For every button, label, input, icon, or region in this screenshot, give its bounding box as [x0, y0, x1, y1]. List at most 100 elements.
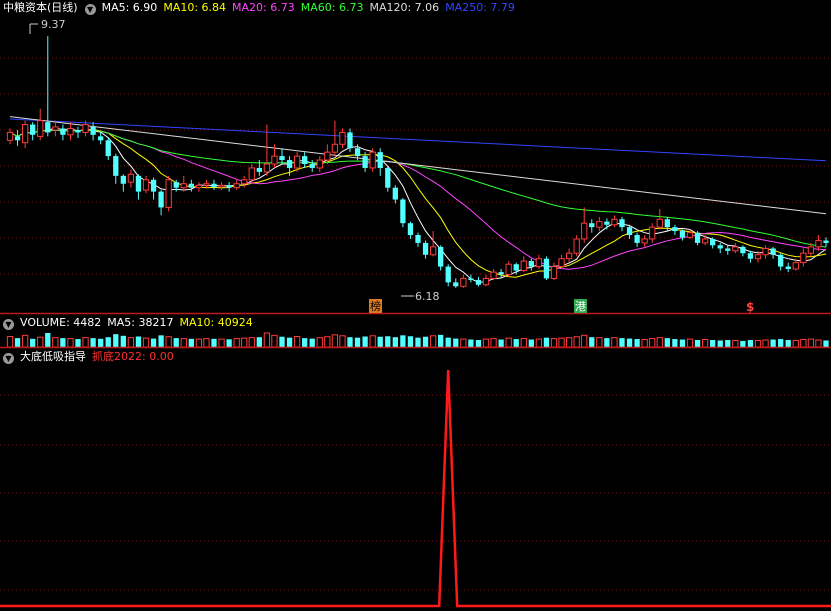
volume-bar — [302, 338, 308, 347]
ma10-line — [9, 128, 827, 278]
volume-bar — [415, 337, 421, 347]
candle-body — [113, 156, 119, 176]
candle-body — [482, 277, 490, 286]
volume-bar — [520, 338, 527, 348]
candle-body — [641, 238, 648, 244]
indicator-panel-header: ▼ 大底低吸指导 抓底2022: 0.00 — [0, 349, 180, 365]
candle-body — [218, 184, 225, 188]
volume-bar — [165, 336, 172, 348]
candle-body — [98, 136, 104, 141]
volume-bar — [573, 336, 580, 348]
volume-bar — [422, 336, 429, 347]
candle-body — [520, 260, 527, 272]
volume-bar — [150, 338, 157, 347]
candle-body — [195, 184, 203, 189]
volume-bar — [347, 337, 353, 347]
candle-body — [770, 248, 776, 255]
candle-body — [596, 221, 603, 228]
indicator-title: 大底低吸指导 — [20, 350, 86, 363]
candle-body — [241, 179, 248, 185]
candle-body — [679, 231, 686, 238]
volume-bar — [717, 340, 723, 347]
volume-bar — [407, 336, 414, 347]
volume-bar — [807, 338, 815, 348]
candle-body — [271, 155, 278, 165]
candle-body — [543, 258, 550, 279]
candle-body — [807, 246, 815, 254]
candle-body — [30, 124, 36, 135]
candle-body — [347, 132, 353, 149]
candle-body — [429, 246, 437, 256]
candle-body — [778, 254, 784, 267]
volume-bar — [60, 338, 66, 347]
volume-bar — [98, 338, 104, 347]
volume-bar — [565, 337, 573, 348]
candle-body — [14, 136, 21, 141]
volume-bar — [233, 338, 240, 348]
volume-bar — [241, 337, 248, 348]
candle-body — [309, 164, 315, 168]
candle-body — [286, 160, 293, 168]
volume-bar — [558, 337, 565, 348]
candle-body — [392, 187, 398, 200]
candle-body — [105, 140, 111, 157]
candle-body — [256, 167, 262, 172]
volume-bar — [740, 340, 746, 347]
volume-bar — [354, 337, 361, 347]
volume-bar — [619, 338, 625, 347]
candle-body — [37, 120, 44, 137]
candle-body — [173, 182, 179, 188]
panel-menu-icon[interactable]: ▼ — [84, 4, 96, 15]
candle-body — [293, 155, 301, 169]
volume-bar — [770, 339, 776, 347]
candle-body — [142, 179, 150, 191]
volume-bar — [815, 339, 822, 348]
stock-title: 中粮资本(日线) — [3, 1, 78, 14]
volume-bar — [286, 337, 293, 347]
candle-body — [362, 156, 368, 168]
volume-bar — [513, 339, 519, 347]
candle-body — [701, 238, 709, 244]
volume-menu-icon[interactable]: ▼ — [3, 319, 14, 330]
volume-bar — [316, 337, 323, 348]
high-marker-label: 9.37 — [41, 18, 66, 31]
volume-bar — [634, 339, 640, 347]
candle-body — [415, 235, 421, 243]
ma10-legend: MA10: 6.84 — [163, 1, 227, 14]
volume-bar — [589, 337, 595, 347]
volume-bar — [113, 334, 119, 347]
candle-body — [619, 219, 625, 228]
volume-bar — [309, 338, 315, 347]
candle-body — [67, 127, 74, 136]
stock-chart: 9.37 6.18 榜 港 $ — [0, 18, 831, 608]
ma120-line — [9, 116, 827, 215]
candle-body — [656, 218, 663, 228]
candle-body — [453, 282, 459, 287]
volume-bar — [52, 337, 59, 348]
volume-bar — [293, 336, 301, 348]
volume-bar — [82, 337, 89, 348]
volume-bar — [785, 340, 791, 347]
volume-bar — [6, 336, 14, 348]
volume-value: VOLUME: 4482 — [20, 316, 102, 329]
volume-bar — [438, 334, 444, 347]
candle-body — [21, 124, 29, 144]
volume-ma10: MA10: 40924 — [179, 316, 253, 329]
volume-bar — [135, 336, 142, 347]
volume-bar — [75, 339, 81, 347]
volume-bar — [732, 339, 739, 348]
candle-body — [581, 222, 588, 240]
volume-bar — [747, 340, 754, 347]
volume-bar — [180, 338, 187, 348]
volume-bar — [369, 335, 376, 348]
volume-bar — [279, 336, 285, 347]
volume-bar — [45, 333, 51, 347]
candle-body — [468, 278, 474, 281]
low-marker-label: 6.18 — [415, 290, 440, 303]
candle-body — [263, 163, 271, 173]
indicator-menu-icon[interactable]: ▼ — [3, 353, 14, 364]
candle-body — [90, 126, 96, 135]
volume-bar — [725, 340, 731, 347]
candle-body — [754, 254, 762, 260]
badge-gang: 港 — [575, 300, 586, 313]
